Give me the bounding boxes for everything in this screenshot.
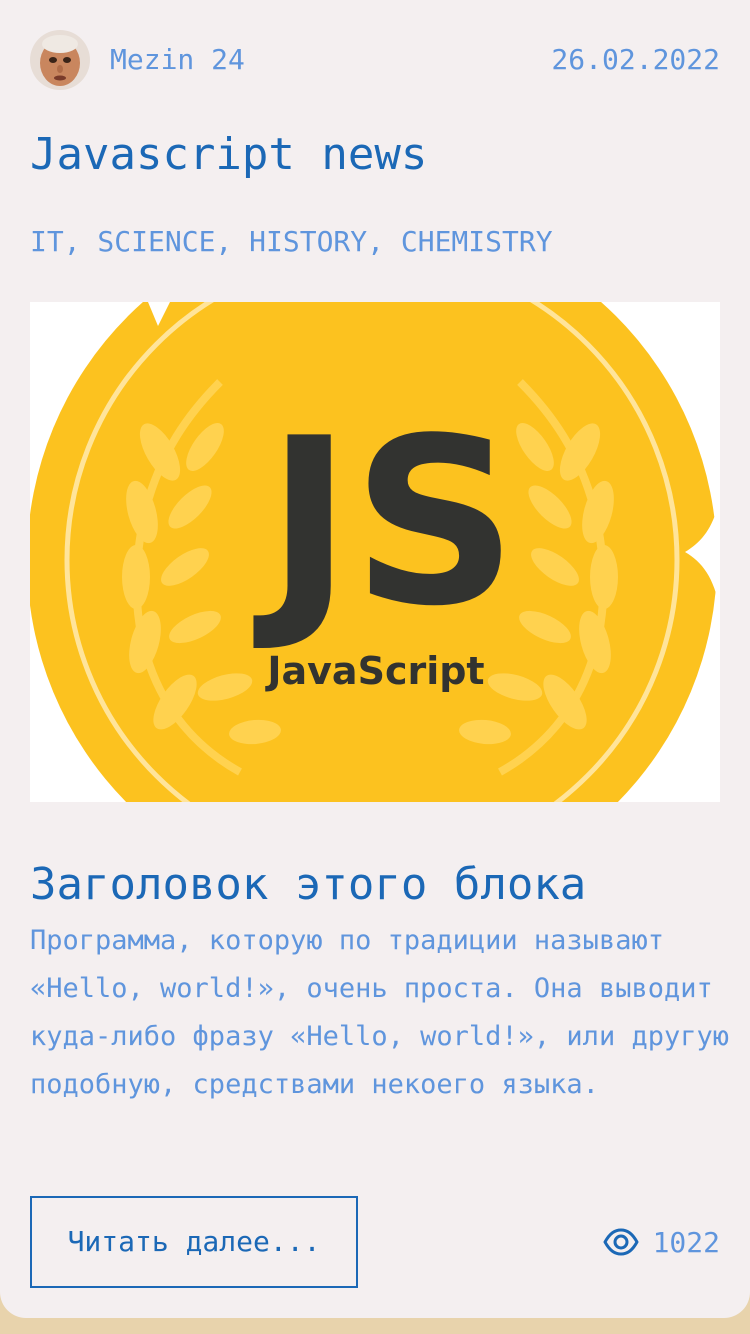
- views-counter: 1022: [603, 1223, 720, 1261]
- post-image: JS JavaScript: [30, 302, 720, 802]
- views-count: 1022: [652, 1225, 720, 1259]
- post-date: 26.02.2022: [551, 43, 720, 76]
- author-name[interactable]: Mezin 24: [110, 43, 245, 77]
- block-title: Заголовок этого блока: [30, 859, 587, 910]
- eye-icon: [603, 1228, 639, 1256]
- post-card: Mezin 24 26.02.2022 Javascript news IT, …: [0, 0, 750, 1318]
- javascript-badge-icon: JS JavaScript: [30, 302, 720, 802]
- js-logo-caption: JavaScript: [264, 649, 484, 693]
- post-tags[interactable]: IT, SCIENCE, HISTORY, CHEMISTRY: [30, 224, 553, 260]
- js-logo-text: JS: [253, 390, 517, 657]
- post-header: Mezin 24 26.02.2022: [30, 30, 720, 90]
- author-avatar[interactable]: [30, 30, 90, 90]
- post-title[interactable]: Javascript news: [30, 128, 427, 182]
- block-text: Программа, которую по традиции называют …: [30, 925, 729, 1100]
- read-more-button[interactable]: Читать далее...: [30, 1196, 358, 1288]
- avatar-face-icon: [30, 30, 90, 90]
